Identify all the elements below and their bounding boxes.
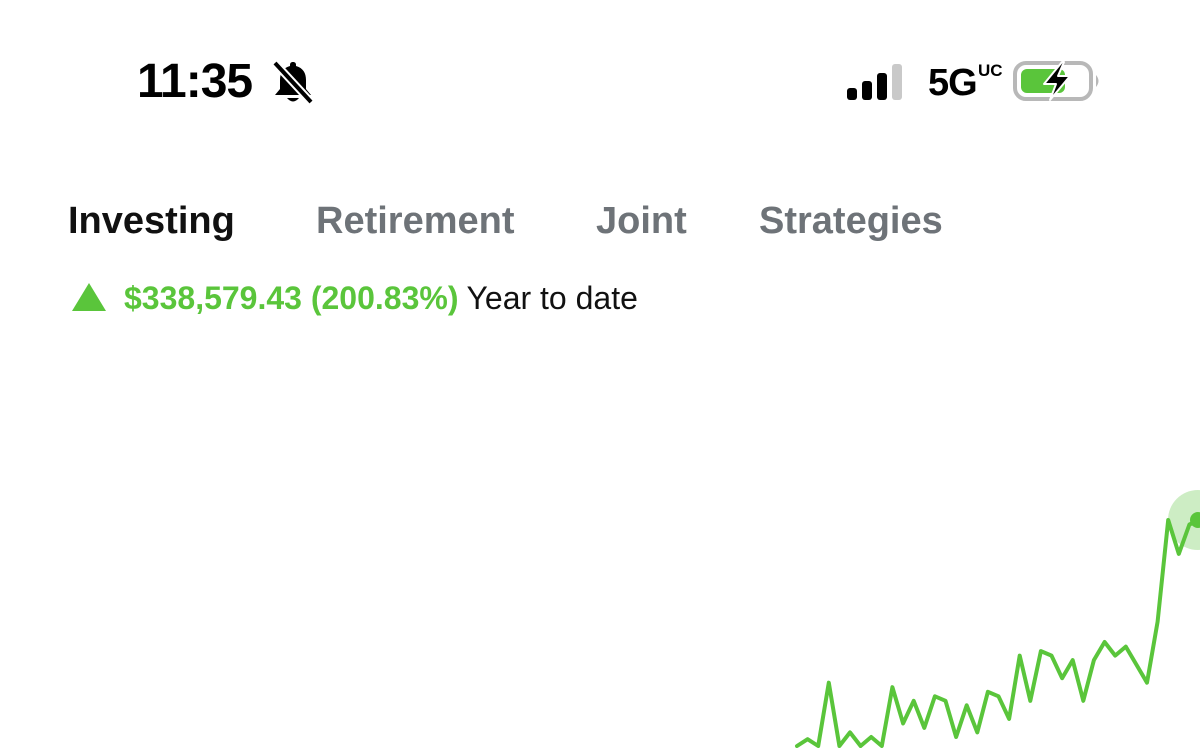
- battery-charging-icon: [1013, 61, 1099, 101]
- triangle-up-icon: [72, 283, 106, 311]
- performance-change: $338,579.43 (200.83%): [124, 280, 459, 316]
- status-time: 11:35: [137, 55, 253, 108]
- portfolio-line-chart[interactable]: [0, 330, 1200, 748]
- tab-investing[interactable]: Investing: [68, 196, 235, 246]
- network-badge-label: UC: [978, 61, 1003, 80]
- tab-strategies[interactable]: Strategies: [759, 196, 943, 246]
- cellular-signal-icon: [847, 64, 902, 100]
- tab-joint[interactable]: Joint: [596, 196, 687, 246]
- chart-series-line: [795, 518, 1200, 748]
- performance-summary: $338,579.43 (200.83%) Year to date: [72, 276, 638, 320]
- tab-retirement[interactable]: Retirement: [316, 196, 515, 246]
- screen: 11:35 5G UC Investing Retirement Joint S…: [0, 0, 1200, 748]
- bell-slash-icon: [272, 60, 314, 105]
- performance-period: Year to date: [466, 280, 638, 316]
- network-type-label: 5G: [928, 62, 978, 104]
